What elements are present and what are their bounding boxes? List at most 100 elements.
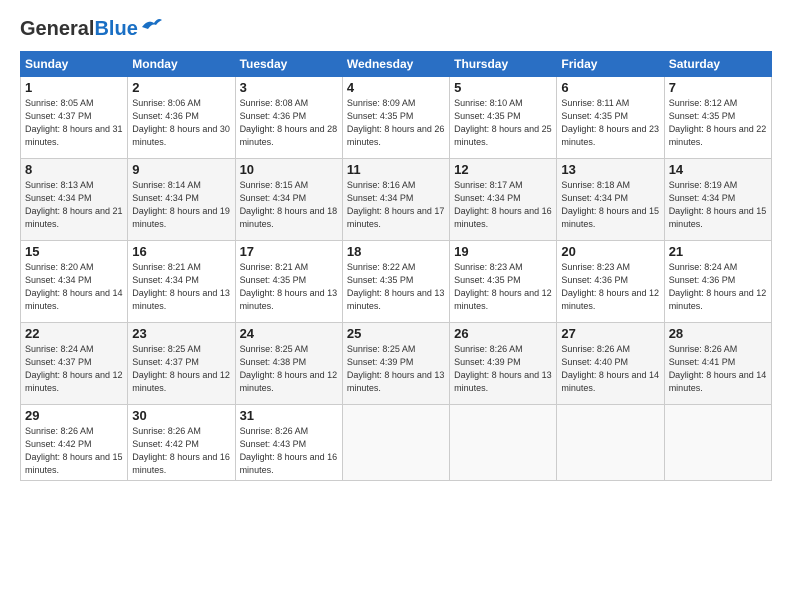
day-info: Sunrise: 8:18 AMSunset: 4:34 PMDaylight:… <box>561 180 659 229</box>
day-info: Sunrise: 8:26 AMSunset: 4:39 PMDaylight:… <box>454 344 552 393</box>
table-cell: 6Sunrise: 8:11 AMSunset: 4:35 PMDaylight… <box>557 77 664 159</box>
col-wednesday: Wednesday <box>342 52 449 77</box>
table-cell: 28Sunrise: 8:26 AMSunset: 4:41 PMDayligh… <box>664 323 771 405</box>
col-friday: Friday <box>557 52 664 77</box>
day-info: Sunrise: 8:23 AMSunset: 4:35 PMDaylight:… <box>454 262 552 311</box>
day-number: 5 <box>454 80 552 95</box>
table-cell <box>557 405 664 481</box>
day-number: 31 <box>240 408 338 423</box>
col-tuesday: Tuesday <box>235 52 342 77</box>
day-info: Sunrise: 8:25 AMSunset: 4:38 PMDaylight:… <box>240 344 338 393</box>
table-cell <box>664 405 771 481</box>
day-number: 24 <box>240 326 338 341</box>
table-cell: 25 Sunrise: 8:25 AMSunset: 4:39 PMDayligh… <box>342 323 449 405</box>
col-monday: Monday <box>128 52 235 77</box>
day-info: Sunrise: 8:26 AMSunset: 4:43 PMDaylight:… <box>240 426 338 475</box>
day-info: Sunrise: 8:12 AMSunset: 4:35 PMDaylight:… <box>669 98 767 147</box>
day-number: 15 <box>25 244 123 259</box>
day-number: 9 <box>132 162 230 177</box>
day-info: Sunrise: 8:26 AMSunset: 4:40 PMDaylight:… <box>561 344 659 393</box>
day-number: 8 <box>25 162 123 177</box>
table-cell <box>450 405 557 481</box>
table-cell: 18 Sunrise: 8:22 AMSunset: 4:35 PMDayligh… <box>342 241 449 323</box>
table-cell: 9 Sunrise: 8:14 AMSunset: 4:34 PMDaylight… <box>128 159 235 241</box>
col-thursday: Thursday <box>450 52 557 77</box>
day-info: Sunrise: 8:21 AMSunset: 4:34 PMDaylight:… <box>132 262 230 311</box>
day-number: 26 <box>454 326 552 341</box>
day-info: Sunrise: 8:24 AMSunset: 4:37 PMDaylight:… <box>25 344 123 393</box>
table-cell: 20 Sunrise: 8:23 AMSunset: 4:36 PMDayligh… <box>557 241 664 323</box>
day-number: 13 <box>561 162 659 177</box>
table-cell: 27 Sunrise: 8:26 AMSunset: 4:40 PMDayligh… <box>557 323 664 405</box>
table-cell: 15 Sunrise: 8:20 AMSunset: 4:34 PMDayligh… <box>21 241 128 323</box>
day-info: Sunrise: 8:21 AMSunset: 4:35 PMDaylight:… <box>240 262 338 311</box>
day-number: 11 <box>347 162 445 177</box>
day-number: 10 <box>240 162 338 177</box>
day-info: Sunrise: 8:26 AMSunset: 4:41 PMDaylight:… <box>669 344 767 393</box>
table-cell: 13 Sunrise: 8:18 AMSunset: 4:34 PMDayligh… <box>557 159 664 241</box>
table-cell: 5 Sunrise: 8:10 AMSunset: 4:35 PMDaylight… <box>450 77 557 159</box>
table-cell: 22 Sunrise: 8:24 AMSunset: 4:37 PMDayligh… <box>21 323 128 405</box>
logo: GeneralBlue <box>20 18 162 41</box>
calendar-table: Sunday Monday Tuesday Wednesday Thursday… <box>20 51 772 481</box>
day-info: Sunrise: 8:06 AMSunset: 4:36 PMDaylight:… <box>132 98 230 147</box>
day-info: Sunrise: 8:09 AMSunset: 4:35 PMDaylight:… <box>347 98 445 147</box>
day-info: Sunrise: 8:14 AMSunset: 4:34 PMDaylight:… <box>132 180 230 229</box>
day-number: 29 <box>25 408 123 423</box>
day-number: 12 <box>454 162 552 177</box>
table-cell: 29 Sunrise: 8:26 AMSunset: 4:42 PMDayligh… <box>21 405 128 481</box>
table-cell: 7 Sunrise: 8:12 AMSunset: 4:35 PMDaylight… <box>664 77 771 159</box>
day-info: Sunrise: 8:15 AMSunset: 4:34 PMDaylight:… <box>240 180 338 229</box>
day-info: Sunrise: 8:11 AMSunset: 4:35 PMDaylight:… <box>561 98 659 147</box>
header: GeneralBlue <box>20 18 772 41</box>
day-info: Sunrise: 8:20 AMSunset: 4:34 PMDaylight:… <box>25 262 123 311</box>
day-number: 14 <box>669 162 767 177</box>
table-cell: 19 Sunrise: 8:23 AMSunset: 4:35 PMDayligh… <box>450 241 557 323</box>
day-info: Sunrise: 8:16 AMSunset: 4:34 PMDaylight:… <box>347 180 445 229</box>
day-info: Sunrise: 8:08 AMSunset: 4:36 PMDaylight:… <box>240 98 338 147</box>
table-cell: 4Sunrise: 8:09 AMSunset: 4:35 PMDaylight… <box>342 77 449 159</box>
col-saturday: Saturday <box>664 52 771 77</box>
day-info: Sunrise: 8:22 AMSunset: 4:35 PMDaylight:… <box>347 262 445 311</box>
day-info: Sunrise: 8:25 AMSunset: 4:37 PMDaylight:… <box>132 344 230 393</box>
day-info: Sunrise: 8:17 AMSunset: 4:34 PMDaylight:… <box>454 180 552 229</box>
day-info: Sunrise: 8:05 AMSunset: 4:37 PMDaylight:… <box>25 98 123 147</box>
table-cell: 11 Sunrise: 8:16 AMSunset: 4:34 PMDayligh… <box>342 159 449 241</box>
day-number: 17 <box>240 244 338 259</box>
table-cell: 16 Sunrise: 8:21 AMSunset: 4:34 PMDayligh… <box>128 241 235 323</box>
table-cell: 8 Sunrise: 8:13 AMSunset: 4:34 PMDaylight… <box>21 159 128 241</box>
day-info: Sunrise: 8:13 AMSunset: 4:34 PMDaylight:… <box>25 180 123 229</box>
table-cell: 30 Sunrise: 8:26 AMSunset: 4:42 PMDayligh… <box>128 405 235 481</box>
table-cell: 24 Sunrise: 8:25 AMSunset: 4:38 PMDayligh… <box>235 323 342 405</box>
table-cell: 23Sunrise: 8:25 AMSunset: 4:37 PMDayligh… <box>128 323 235 405</box>
page: GeneralBlue Sunday Monday Tuesday Wednes… <box>0 0 792 612</box>
table-cell: 1 Sunrise: 8:05 AMSunset: 4:37 PMDaylight… <box>21 77 128 159</box>
day-info: Sunrise: 8:19 AMSunset: 4:34 PMDaylight:… <box>669 180 767 229</box>
day-number: 27 <box>561 326 659 341</box>
table-cell: 14 Sunrise: 8:19 AMSunset: 4:34 PMDayligh… <box>664 159 771 241</box>
day-info: Sunrise: 8:24 AMSunset: 4:36 PMDaylight:… <box>669 262 767 311</box>
day-info: Sunrise: 8:26 AMSunset: 4:42 PMDaylight:… <box>132 426 230 475</box>
table-cell: 21Sunrise: 8:24 AMSunset: 4:36 PMDayligh… <box>664 241 771 323</box>
day-number: 16 <box>132 244 230 259</box>
table-cell: 3Sunrise: 8:08 AMSunset: 4:36 PMDaylight… <box>235 77 342 159</box>
table-cell: 26 Sunrise: 8:26 AMSunset: 4:39 PMDayligh… <box>450 323 557 405</box>
col-sunday: Sunday <box>21 52 128 77</box>
day-number: 18 <box>347 244 445 259</box>
day-info: Sunrise: 8:23 AMSunset: 4:36 PMDaylight:… <box>561 262 659 311</box>
day-info: Sunrise: 8:10 AMSunset: 4:35 PMDaylight:… <box>454 98 552 147</box>
day-number: 2 <box>132 80 230 95</box>
day-number: 7 <box>669 80 767 95</box>
day-number: 1 <box>25 80 123 95</box>
table-cell: 10 Sunrise: 8:15 AMSunset: 4:34 PMDayligh… <box>235 159 342 241</box>
table-cell: 12 Sunrise: 8:17 AMSunset: 4:34 PMDayligh… <box>450 159 557 241</box>
day-info: Sunrise: 8:25 AMSunset: 4:39 PMDaylight:… <box>347 344 445 393</box>
day-number: 20 <box>561 244 659 259</box>
table-cell: 2 Sunrise: 8:06 AMSunset: 4:36 PMDaylight… <box>128 77 235 159</box>
day-info: Sunrise: 8:26 AMSunset: 4:42 PMDaylight:… <box>25 426 123 475</box>
day-number: 30 <box>132 408 230 423</box>
day-number: 22 <box>25 326 123 341</box>
day-number: 19 <box>454 244 552 259</box>
day-number: 25 <box>347 326 445 341</box>
table-cell: 17 Sunrise: 8:21 AMSunset: 4:35 PMDayligh… <box>235 241 342 323</box>
